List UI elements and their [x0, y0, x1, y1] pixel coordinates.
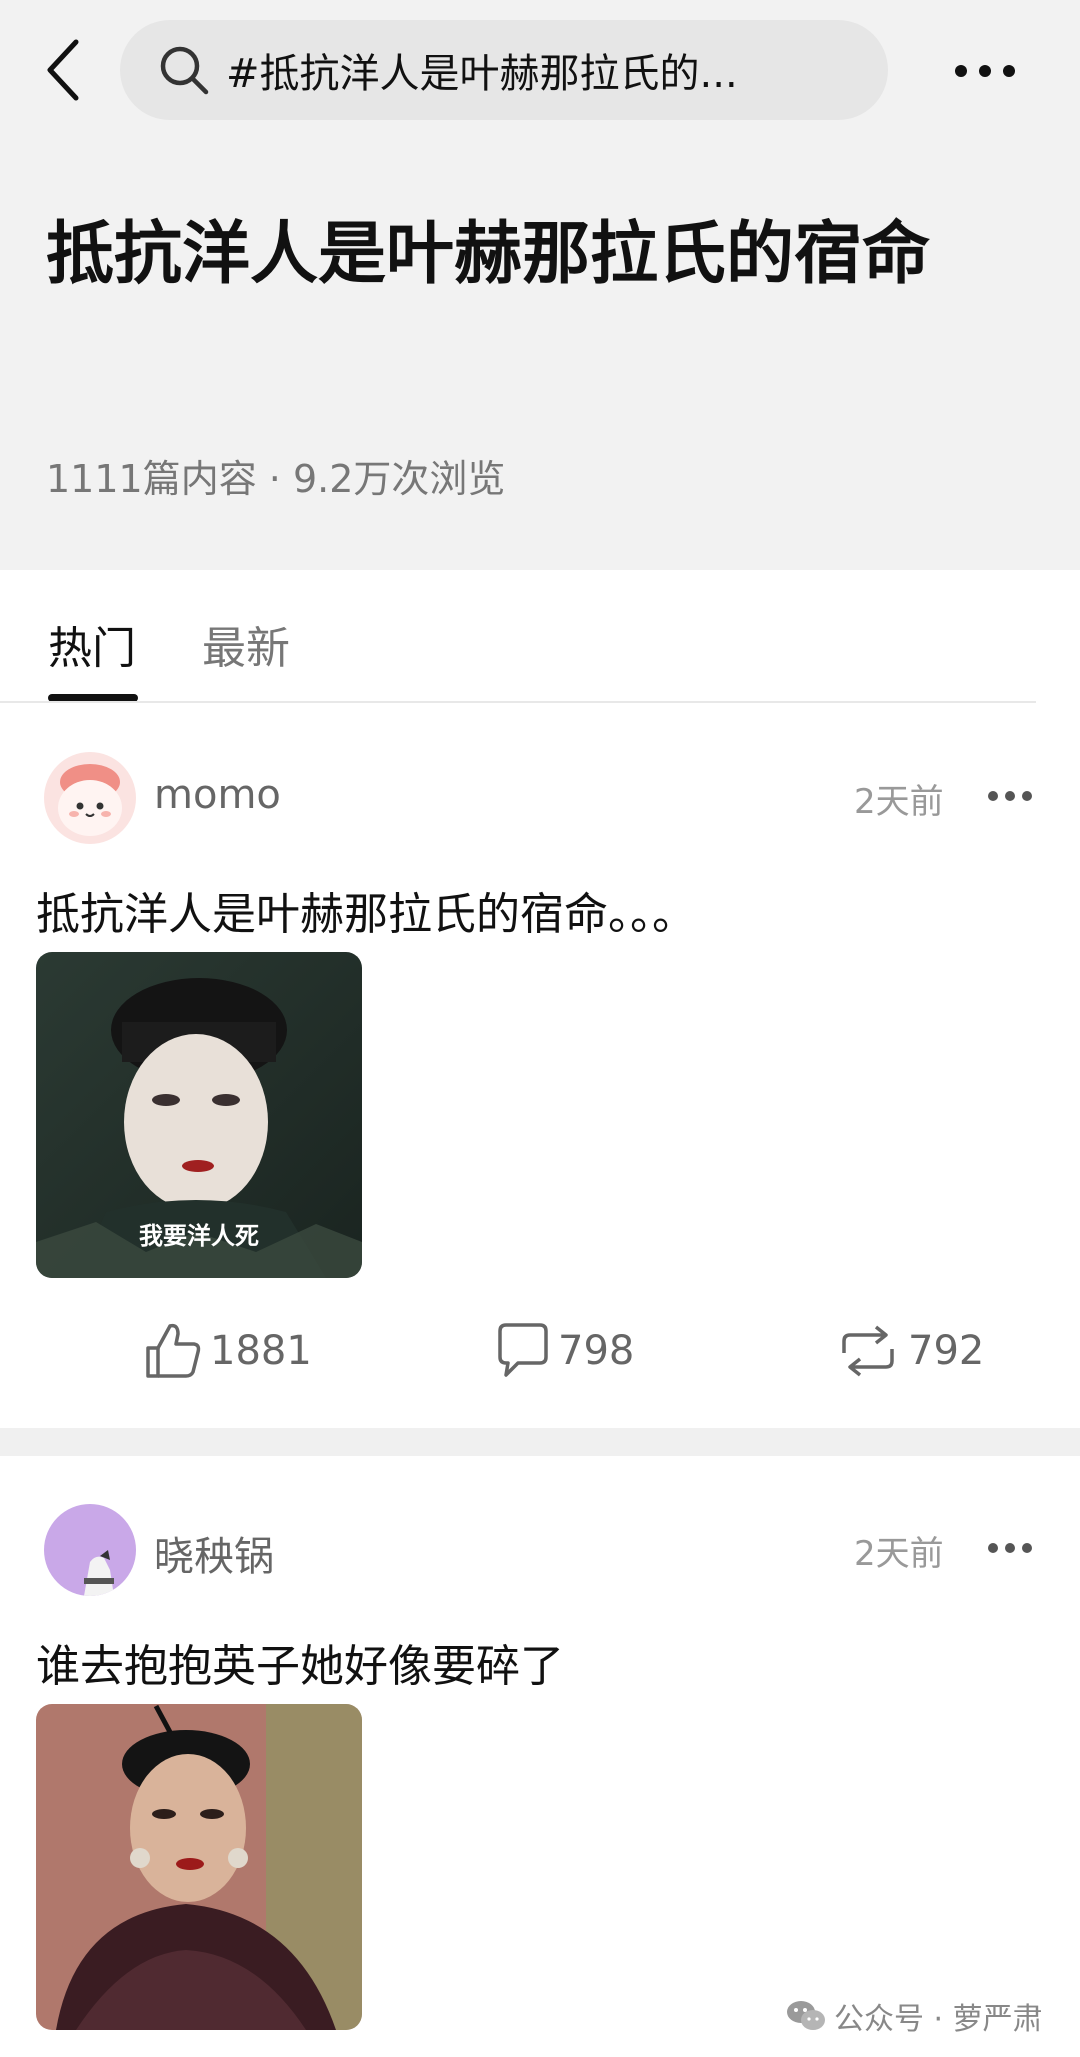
- image-caption: 我要洋人死: [139, 1221, 259, 1250]
- post-image[interactable]: [36, 1704, 362, 2030]
- post-image[interactable]: 我要洋人死: [36, 952, 362, 1278]
- comment-icon: [498, 1323, 548, 1377]
- back-arrow-icon: [47, 39, 79, 101]
- search-icon: [160, 46, 209, 95]
- wechat-icon: [787, 2001, 825, 2030]
- tab-bar: 热门 最新: [0, 570, 1080, 703]
- avatar-illustration: [44, 1504, 136, 1596]
- post-text: 抵抗洋人是叶赫那拉氏的宿命。。。: [36, 889, 696, 940]
- back-button[interactable]: [36, 32, 92, 108]
- topic-stats: 1111篇内容 · 9.2万次浏览: [46, 457, 506, 501]
- post-text: 谁去抱抱英子她好像要碎了: [36, 1641, 564, 1692]
- avatar[interactable]: [44, 752, 136, 844]
- topic-title: 抵抗洋人是叶赫那拉氏的宿命: [46, 215, 931, 294]
- thumbs-up-icon: [146, 1323, 201, 1378]
- watermark: 公众号 · 萝严肃: [786, 1994, 1043, 2038]
- repost-count: 792: [908, 1328, 985, 1374]
- topic-header: #抵抗洋人是叶赫那拉氏的... 抵抗洋人是叶赫那拉氏的宿命 1111篇内容 · …: [0, 0, 1080, 570]
- more-options-button[interactable]: [940, 36, 1030, 106]
- comment-button[interactable]: 798: [492, 1316, 634, 1386]
- portrait-photo: 我要洋人死: [36, 952, 362, 1278]
- search-bar[interactable]: #抵抗洋人是叶赫那拉氏的...: [120, 20, 888, 120]
- avatar-illustration: [44, 752, 136, 844]
- like-button[interactable]: 1881: [142, 1316, 312, 1386]
- tab-hot[interactable]: 热门: [48, 612, 136, 676]
- portrait-photo: [36, 1704, 362, 2030]
- more-dots-icon: [988, 1543, 1032, 1553]
- username[interactable]: momo: [154, 772, 281, 818]
- watermark-text: 公众号 · 萝严肃: [834, 2002, 1043, 2037]
- post-separator: [0, 1428, 1080, 1456]
- comment-count: 798: [558, 1328, 635, 1374]
- post-more-button[interactable]: [980, 776, 1040, 816]
- post-card[interactable]: 晓秧锅 2天前 谁去抱抱英子她好像要碎了: [0, 1456, 1080, 2057]
- tab-divider: [0, 701, 1036, 703]
- more-dots-icon: [988, 791, 1032, 801]
- repost-button[interactable]: 792: [834, 1316, 984, 1386]
- post-card[interactable]: momo 2天前 抵抗洋人是叶赫那拉氏的宿命。。。 我要洋人死 1881 798…: [0, 704, 1080, 1428]
- username[interactable]: 晓秧锅: [154, 1524, 274, 1582]
- tab-latest[interactable]: 最新: [202, 612, 290, 676]
- post-more-button[interactable]: [980, 1528, 1040, 1568]
- search-query: #抵抗洋人是叶赫那拉氏的...: [226, 51, 738, 97]
- post-time: 2天前: [854, 782, 944, 822]
- more-dots-icon: [955, 65, 1015, 77]
- repost-icon: [842, 1325, 894, 1377]
- avatar[interactable]: [44, 1504, 136, 1596]
- like-count: 1881: [210, 1328, 312, 1374]
- post-time: 2天前: [854, 1534, 944, 1574]
